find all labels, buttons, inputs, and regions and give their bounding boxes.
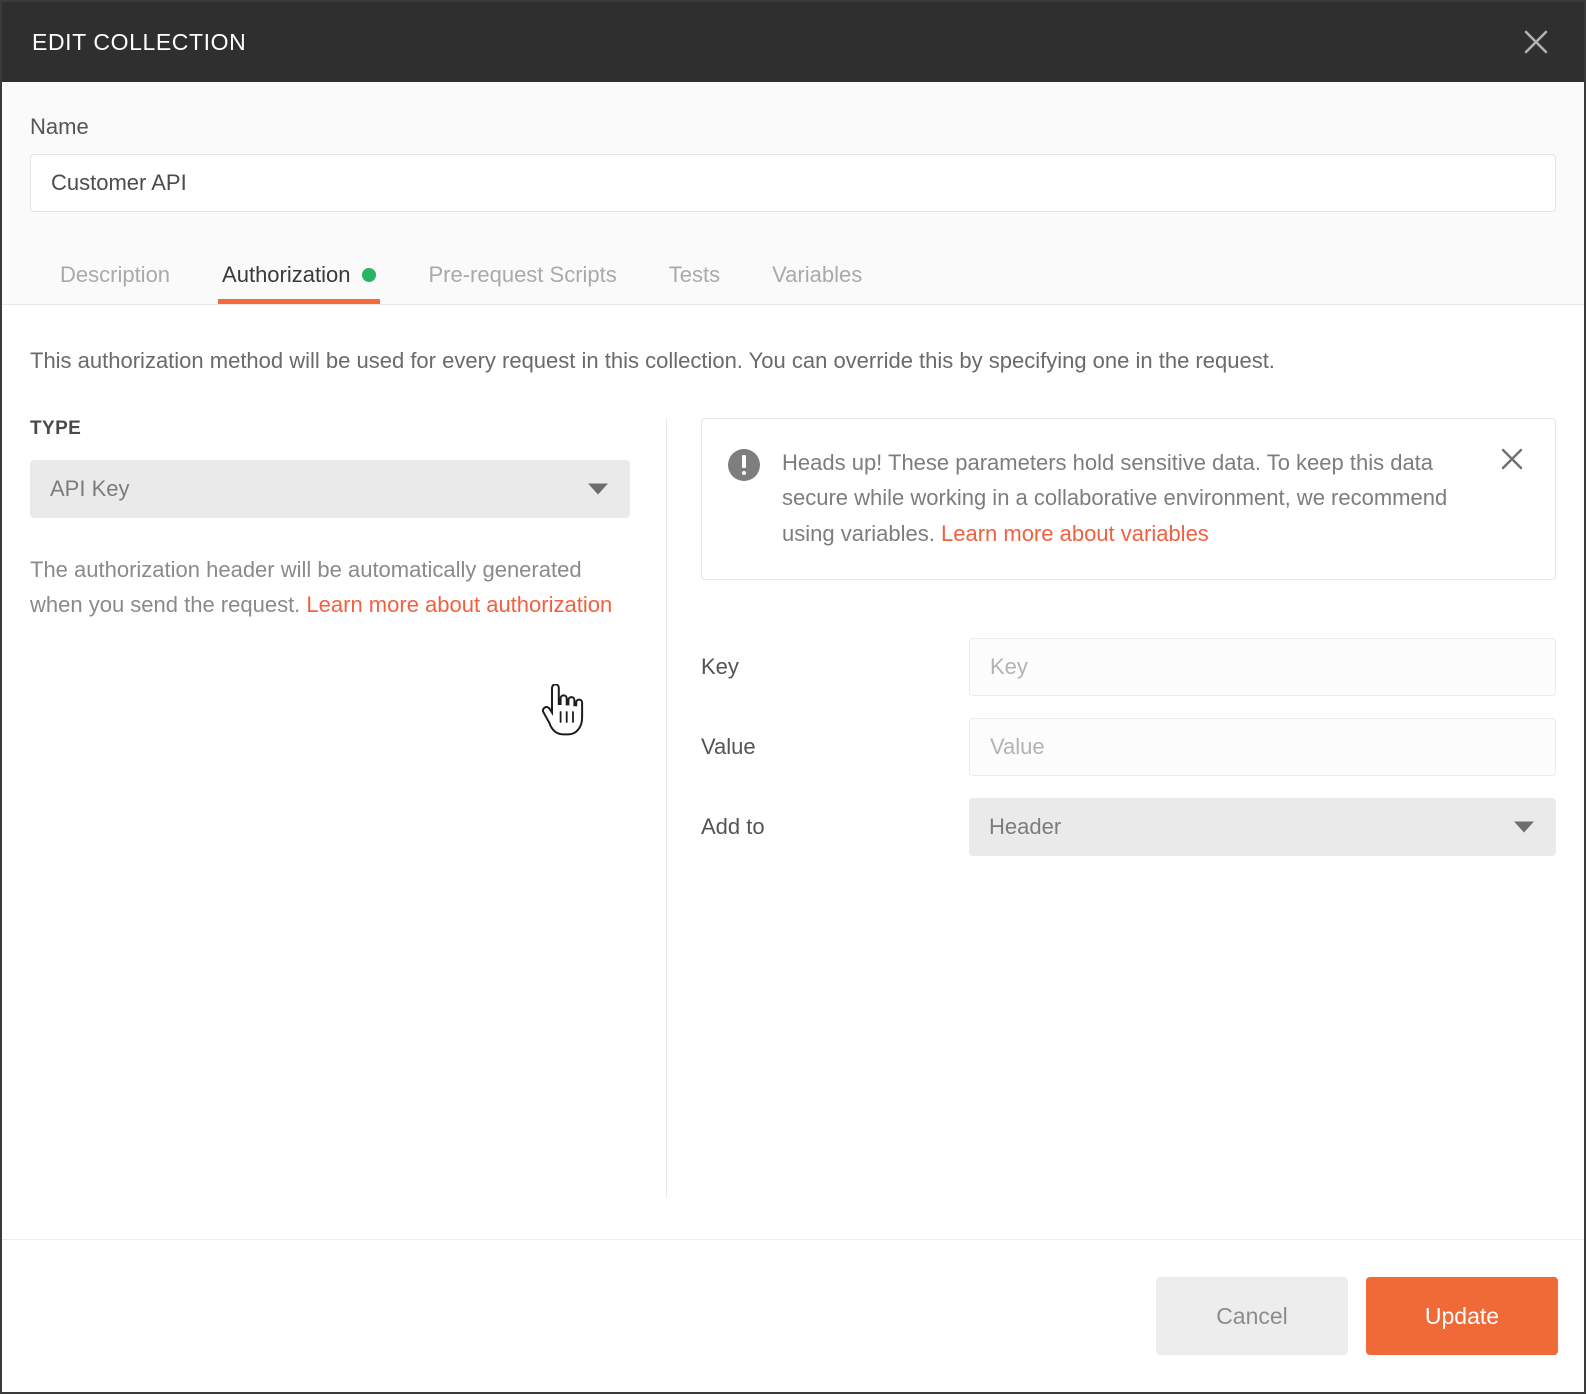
form-row-value: Value: [701, 718, 1556, 777]
tab-tests[interactable]: Tests: [643, 262, 746, 304]
close-icon: [1499, 446, 1525, 477]
tab-label: Description: [60, 262, 171, 287]
chevron-down-icon: [1514, 821, 1534, 833]
key-label: Key: [701, 654, 739, 680]
tab-authorization[interactable]: Authorization: [196, 262, 402, 304]
form-row-add-to: Add to Header: [701, 798, 1556, 857]
tab-label: Tests: [668, 262, 721, 287]
add-to-label: Add to: [701, 814, 765, 840]
api-key-value-input[interactable]: [969, 718, 1556, 777]
alert-message: Heads up! These parameters hold sensitiv…: [782, 445, 1475, 552]
close-dialog-button[interactable]: [1514, 20, 1558, 64]
authorization-status-dot: [362, 268, 377, 282]
form-row-key: Key: [701, 638, 1556, 697]
authorization-right-column: Heads up! These parameters hold sensitiv…: [667, 417, 1556, 1198]
tab-label: Variables: [772, 262, 863, 287]
authorization-intro-text: This authorization method will be used f…: [30, 348, 1275, 373]
learn-more-authorization-link[interactable]: Learn more about authorization: [306, 592, 612, 617]
dialog-title: EDIT COLLECTION: [32, 28, 247, 55]
dialog-body: This authorization method will be used f…: [2, 305, 1584, 1198]
name-label: Name: [30, 114, 89, 139]
tab-description[interactable]: Description: [30, 262, 196, 304]
close-icon: [1520, 26, 1552, 58]
add-to-value: Header: [989, 814, 1062, 840]
dialog-tabs: Description Authorization Pre-request Sc…: [30, 242, 1556, 304]
dialog-titlebar: EDIT COLLECTION: [2, 2, 1584, 82]
authorization-columns: TYPE API Key The authorization header wi…: [30, 417, 1556, 1198]
sensitive-data-alert: Heads up! These parameters hold sensitiv…: [701, 417, 1556, 581]
chevron-down-icon: [588, 483, 608, 495]
collection-name-input[interactable]: [30, 154, 1556, 212]
tab-label: Authorization: [222, 262, 351, 287]
dialog-footer: Cancel Update: [2, 1239, 1584, 1392]
dismiss-alert-button[interactable]: [1497, 447, 1527, 477]
tab-pre-request-scripts[interactable]: Pre-request Scripts: [402, 262, 642, 304]
auth-type-select[interactable]: API Key: [30, 459, 630, 518]
api-key-form: Key Value Add to Header: [701, 638, 1556, 857]
add-to-select-wrapper: Header: [969, 798, 1556, 857]
update-button[interactable]: Update: [1366, 1277, 1558, 1355]
authorization-left-column: TYPE API Key The authorization header wi…: [30, 418, 666, 1198]
value-label: Value: [701, 734, 756, 760]
tab-label: Pre-request Scripts: [428, 262, 617, 287]
auth-type-value: API Key: [50, 475, 130, 501]
api-key-key-input[interactable]: [969, 638, 1556, 697]
tab-variables[interactable]: Variables: [746, 262, 888, 304]
authorization-helper-text: The authorization header will be automat…: [30, 552, 630, 622]
edit-collection-dialog: EDIT COLLECTION Name Description Authori…: [0, 0, 1586, 1394]
type-label: TYPE: [30, 417, 82, 439]
exclamation-circle-icon: [728, 448, 760, 481]
learn-more-variables-link[interactable]: Learn more about variables: [941, 521, 1209, 546]
add-to-select[interactable]: Header: [969, 798, 1556, 857]
cancel-button[interactable]: Cancel: [1156, 1277, 1348, 1355]
mouse-cursor-pointer-icon: [540, 682, 586, 736]
dialog-upper-section: Name Description Authorization Pre-reque…: [2, 82, 1584, 305]
